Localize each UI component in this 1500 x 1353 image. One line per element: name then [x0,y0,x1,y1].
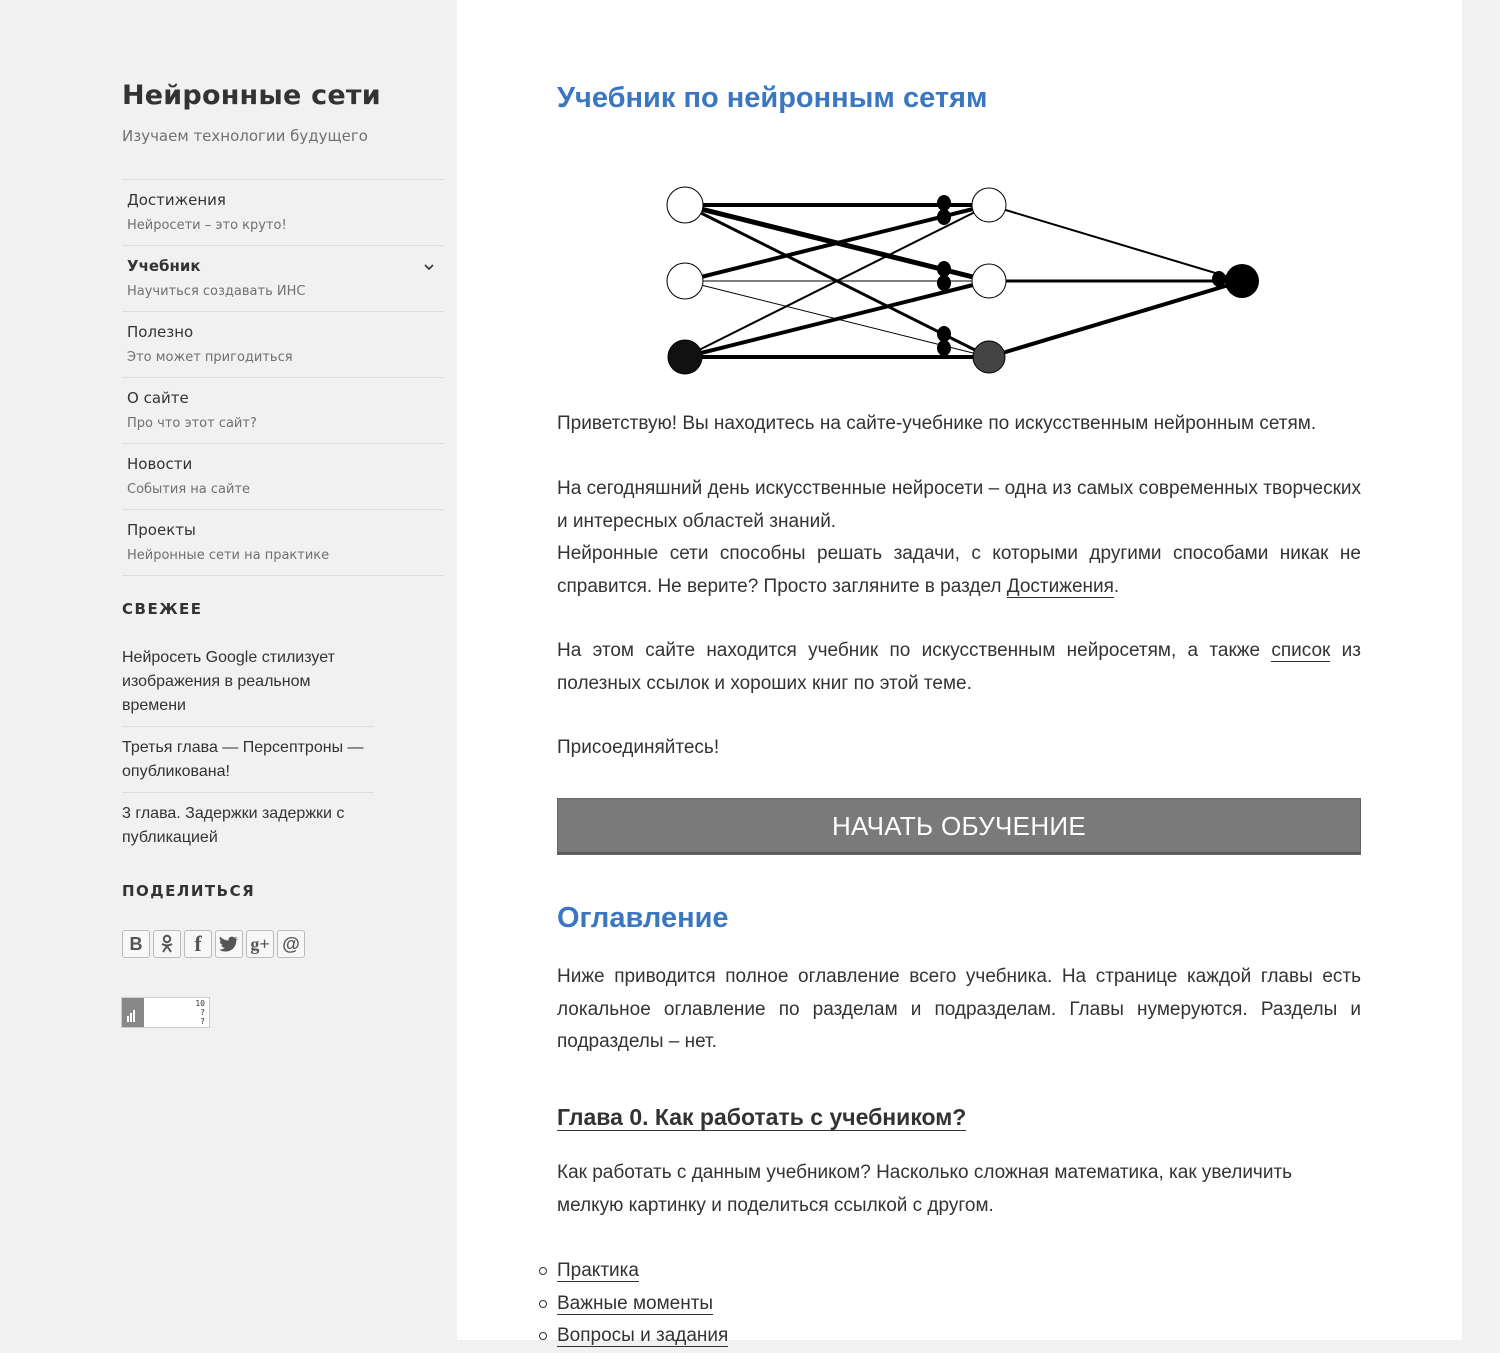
nav-item-label: Полезно [127,323,194,341]
achievements-link[interactable]: Достижения [1006,575,1114,598]
page-title: Учебник по нейронным сетям [557,82,988,114]
google-plus-icon[interactable]: g+ [246,930,274,958]
paragraph-text: Нейронные сети способны решать задачи, с… [557,543,1361,597]
chapter-0-sections: Практика Важные моменты Вопросы и задани… [539,1255,729,1353]
twitter-icon[interactable] [215,930,243,958]
nav-item-label: Достижения [127,191,226,209]
nav-item-useful[interactable]: Полезно Это может пригодиться [122,312,444,378]
nav-item-label: Учебник [127,257,201,275]
nav-item-description: Нейронные сети на практике [127,548,330,563]
paragraph-text: . [1113,575,1120,597]
site-description: Изучаем технологии будущего [122,127,368,145]
bar-chart-icon [122,998,144,1027]
list-item: Важные моменты [539,1288,728,1321]
nav-item-description: Про что этот сайт? [127,416,257,431]
section-link[interactable]: Важные моменты [557,1292,714,1315]
twitter-bird-glyph [219,936,238,952]
start-learning-button[interactable]: НАЧАТЬ ОБУЧЕНИЕ [557,798,1361,855]
recent-post-link[interactable]: Нейросеть Google стилизует изображения в… [122,646,374,727]
nav-item-achievements[interactable]: Достижения Нейросети – это круто! [122,180,444,246]
toc-intro: Ниже приводится полное оглавление всего … [557,966,1361,1052]
list-item: Вопросы и задания [539,1320,729,1353]
nav-item-projects[interactable]: Проекты Нейронные сети на практике [122,510,444,576]
paragraph-3: На этом сайте находится учебник по искус… [557,635,1361,700]
mail-icon[interactable]: @ [277,930,305,958]
counter-values: 10 ? ? [195,999,205,1026]
list-item: Практика [539,1255,728,1288]
toc-title: Оглавление [557,902,729,934]
nav-item-about[interactable]: О сайте Про что этот сайт? [122,378,444,444]
site-title[interactable]: Нейронные сети [122,80,381,111]
nav-item-news[interactable]: Новости События на сайте [122,444,444,510]
chevron-down-icon[interactable] [422,260,436,274]
share-buttons: В f g+ @ [122,930,305,958]
recent-post-link[interactable]: 3 глава. Задержки задержки с публикацией [122,802,374,858]
neural-network-diagram [666,186,1259,375]
recent-post-link[interactable]: Третья глава — Персептроны — опубликован… [122,736,374,793]
nav-item-description: Научиться создавать ИНС [127,284,306,299]
paragraph-text: На сегодняшний день искусственные нейрос… [557,478,1361,532]
join-paragraph: Присоединяйтесь! [557,737,720,758]
main-navigation: Достижения Нейросети – это круто! Учебни… [122,179,444,576]
intro-paragraph: Приветствую! Вы находитесь на сайте-учеб… [557,413,1317,434]
visit-counter[interactable]: 10 ? ? [121,997,210,1028]
section-link[interactable]: Вопросы и задания [557,1325,729,1347]
nav-item-label: Проекты [127,521,196,539]
facebook-icon[interactable]: f [184,930,212,958]
recent-widget-title: СВЕЖЕЕ [122,600,203,618]
counter-line: ? [200,1008,205,1017]
google-plus-glyph: g+ [250,933,270,954]
chapter-0-heading: Глава 0. Как работать с учебником? [557,1104,967,1131]
list-link[interactable]: список [1271,640,1331,662]
section-link[interactable]: Практика [557,1260,639,1282]
nav-item-description: Нейросети – это круто! [127,218,287,233]
chapter-0-description: Как работать с данным учебником? Насколь… [557,1162,1293,1216]
nav-item-label: Новости [127,455,193,473]
share-widget-title: ПОДЕЛИТЬСЯ [122,882,256,900]
counter-line: 10 [195,999,205,1008]
main-content: Учебник по нейронным сетям Приветствую! … [457,0,1462,1347]
nav-item-label: О сайте [127,389,189,407]
odnoklassniki-icon[interactable] [153,930,181,958]
counter-line: ? [200,1017,205,1026]
nav-item-description: События на сайте [127,482,251,497]
nav-item-description: Это может пригодиться [127,350,293,365]
recent-posts-list: Нейросеть Google стилизует изображения в… [122,646,374,867]
odnoklassniki-glyph [161,934,173,953]
vk-icon[interactable]: В [122,930,150,958]
nav-item-tutorial[interactable]: Учебник Научиться создавать ИНС [122,246,444,312]
sidebar: Нейронные сети Изучаем технологии будуще… [0,0,457,1340]
paragraph-text: На этом сайте находится учебник по искус… [557,640,1272,661]
chapter-0-link[interactable]: Глава 0. Как работать с учебником? [557,1104,967,1131]
paragraph-2: На сегодняшний день искусственные нейрос… [557,473,1361,603]
